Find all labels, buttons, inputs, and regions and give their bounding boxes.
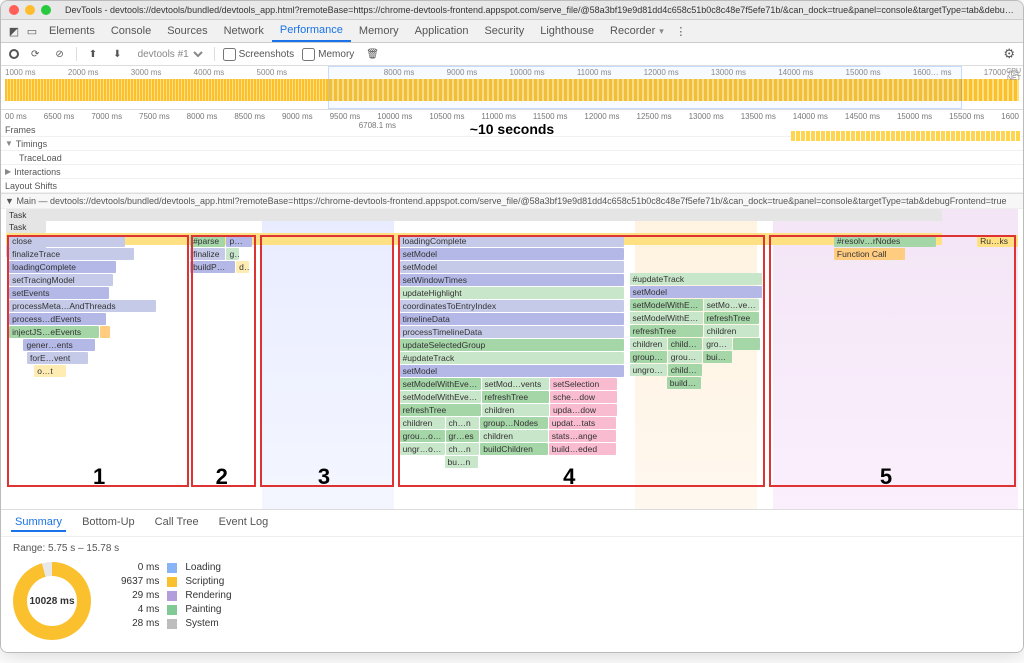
memory-checkbox[interactable]: Memory <box>302 48 354 61</box>
window-controls <box>9 5 51 15</box>
tracks: Frames ▼Timings TraceLoad ▶Interactions … <box>1 123 1023 193</box>
flame-col-4: loadingComplete setModel setModel setWin… <box>400 235 625 509</box>
track-interactions: ▶Interactions <box>1 165 1023 179</box>
inspect-icon[interactable]: ◩ <box>5 25 23 38</box>
reload-button[interactable]: ⟳ <box>27 49 43 60</box>
download-button[interactable]: ⬇ <box>109 49 125 60</box>
legend-swatch <box>167 619 177 629</box>
clear-button[interactable]: ⊘ <box>51 49 67 60</box>
tab-elements[interactable]: Elements <box>41 21 103 41</box>
upload-button[interactable]: ⬆ <box>85 49 101 60</box>
legend-swatch <box>167 605 177 615</box>
tab-performance[interactable]: Performance <box>272 20 351 42</box>
tab-console[interactable]: Console <box>103 21 159 41</box>
region-1-num: 1 <box>93 464 105 490</box>
legend-swatch <box>167 577 177 587</box>
track-frames: Frames <box>1 123 1023 137</box>
tab-network[interactable]: Network <box>216 21 272 41</box>
tab-recorder[interactable]: Recorder <box>602 21 672 41</box>
cpu-overview[interactable]: 1000 ms2000 ms3000 ms4000 ms5000 ms8000 … <box>1 66 1023 110</box>
track-traceload: TraceLoad <box>1 151 1023 165</box>
timeline-ruler: 00 ms6500 ms7000 ms7500 ms8000 ms8500 ms… <box>1 110 1023 121</box>
close-icon[interactable] <box>9 5 19 15</box>
flame-graph[interactable]: Task Task Run Microtasks Ti…ed close fin… <box>1 209 1023 509</box>
trash-button[interactable]: 🗑 <box>362 49 383 60</box>
window-title: DevTools - devtools://devtools/bundled/d… <box>65 5 1015 15</box>
tab-event-log[interactable]: Event Log <box>215 514 273 532</box>
track-timings: ▼Timings <box>1 137 1023 151</box>
more-tabs-icon[interactable]: ⋮ <box>672 25 690 38</box>
tab-summary[interactable]: Summary <box>11 514 66 532</box>
region-3-num: 3 <box>318 464 330 490</box>
region-2-num: 2 <box>216 464 228 490</box>
titlebar: DevTools - devtools://devtools/bundled/d… <box>1 1 1023 20</box>
details-tabs: Summary Bottom-Up Call Tree Event Log <box>1 509 1023 537</box>
screenshots-checkbox[interactable]: Screenshots <box>223 48 295 61</box>
summary-legend: 0 msLoading9637 msScripting29 msRenderin… <box>121 562 232 629</box>
tab-bottom-up[interactable]: Bottom-Up <box>78 514 139 532</box>
track-layout-shifts: Layout Shifts <box>1 179 1023 193</box>
summary-panel: 10028 ms 0 msLoading9637 msScripting29 m… <box>1 554 1023 652</box>
panel-tabs: ◩ ▭ Elements Console Sources Network Per… <box>1 20 1023 43</box>
device-icon[interactable]: ▭ <box>23 25 41 38</box>
tab-lighthouse[interactable]: Lighthouse <box>532 21 602 41</box>
settings-icon[interactable]: ⚙ <box>1003 46 1015 62</box>
legend-swatch <box>167 591 177 601</box>
performance-toolbar: ⟳ ⊘ ⬆ ⬇ devtools #1 Screenshots Memory 🗑… <box>1 43 1023 66</box>
legend-swatch <box>167 563 177 573</box>
flame-col-4b: #updateTrack setModel setModelWithEvents… <box>630 273 763 509</box>
main-thread-header[interactable]: ▼ Main — devtools://devtools/bundled/dev… <box>1 193 1023 209</box>
record-button[interactable] <box>9 49 19 59</box>
region-5-num: 5 <box>880 464 892 490</box>
tab-application[interactable]: Application <box>407 21 477 41</box>
task-bar: Task <box>6 209 942 221</box>
summary-donut: 10028 ms <box>13 562 91 640</box>
zoom-icon[interactable] <box>41 5 51 15</box>
tab-sources[interactable]: Sources <box>159 21 215 41</box>
devtools-window: DevTools - devtools://devtools/bundled/d… <box>0 0 1024 653</box>
ru-ks-bar: Ru…ks <box>977 235 1018 247</box>
overview-side-labels: CPU NET <box>1006 68 1021 82</box>
range-label: Range: 5.75 s – 15.78 s <box>1 537 1023 554</box>
overview-selection[interactable] <box>328 66 962 109</box>
minimize-icon[interactable] <box>25 5 35 15</box>
tab-call-tree[interactable]: Call Tree <box>151 514 203 532</box>
tab-security[interactable]: Security <box>476 21 532 41</box>
task-bar-right: Task <box>6 221 46 233</box>
profile-select[interactable]: devtools #1 <box>134 48 206 61</box>
tab-memory[interactable]: Memory <box>351 21 407 41</box>
region-4-num: 4 <box>563 464 575 490</box>
